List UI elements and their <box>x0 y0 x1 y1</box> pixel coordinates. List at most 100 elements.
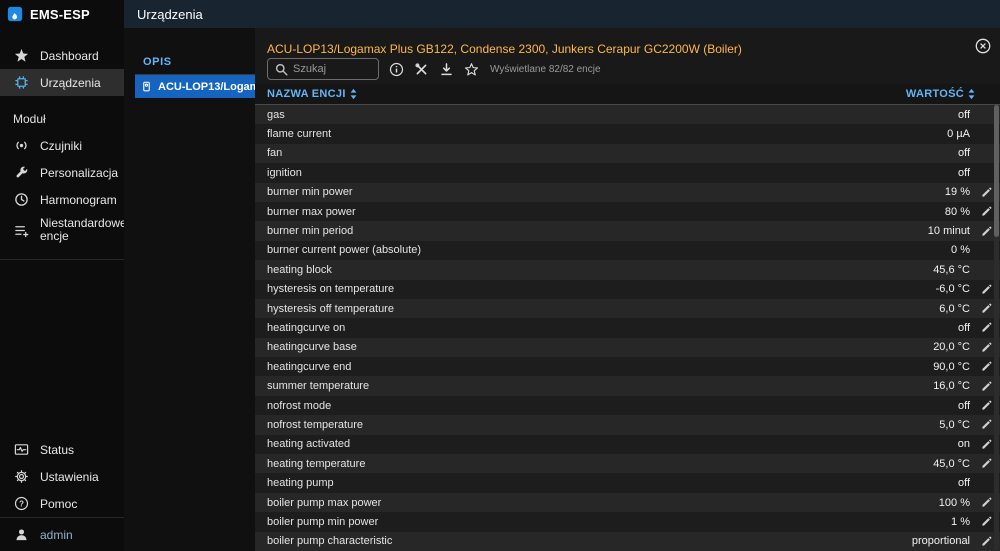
table-row[interactable]: boiler pump max power 100 % <box>255 492 1000 513</box>
entity-value: off <box>957 166 970 179</box>
entity-name: nofrost mode <box>267 399 332 412</box>
entity-value: 90,0 °C <box>933 360 970 373</box>
scrollbar-thumb[interactable] <box>994 105 999 237</box>
entity-value: 19 % <box>944 186 970 199</box>
table-row[interactable]: heatingcurve end 90,0 °C <box>255 357 1000 377</box>
edit-slot-empty <box>972 476 992 490</box>
pencil-edit-icon[interactable] <box>972 437 992 451</box>
pencil-edit-icon[interactable] <box>972 205 992 219</box>
sidebar-item-personalizacja[interactable]: Personalizacja <box>0 159 124 186</box>
search-input[interactable] <box>293 63 371 75</box>
sidebar-item-urzadzenia[interactable]: Urządzenia <box>0 69 124 96</box>
entity-table-header: NAZWA ENCJI WARTOŚĆ <box>255 84 1000 105</box>
clock-icon <box>13 192 29 208</box>
entity-value-group: off <box>958 166 992 180</box>
entity-value-group: 0 µA <box>947 127 992 141</box>
gear-icon <box>13 469 29 485</box>
info-icon[interactable] <box>388 61 404 77</box>
pencil-edit-icon[interactable] <box>972 360 992 374</box>
entity-name: heatingcurve end <box>267 360 352 373</box>
pencil-edit-icon[interactable] <box>972 534 992 548</box>
tools-icon[interactable] <box>413 61 429 77</box>
star-outline-icon[interactable] <box>463 61 479 77</box>
pencil-edit-icon[interactable] <box>972 185 992 199</box>
table-row[interactable]: hysteresis off temperature 6,0 °C <box>255 298 1000 319</box>
sidebar-item-label: Czujniki <box>40 138 83 153</box>
table-row[interactable]: heating temperature 45,0 °C <box>255 454 1000 474</box>
pencil-edit-icon[interactable] <box>972 340 992 354</box>
entity-value: 80 % <box>944 205 970 218</box>
sidebar-item-ustawienia[interactable]: Ustawienia <box>0 463 124 490</box>
table-row[interactable]: burner min power 19 % <box>255 182 1000 202</box>
pencil-edit-icon[interactable] <box>972 379 992 393</box>
table-row[interactable]: heating activated on <box>255 434 1000 455</box>
search-box[interactable] <box>267 58 379 80</box>
sidebar-item-dashboard[interactable]: Dashboard <box>0 42 124 69</box>
entity-value-group: off <box>958 321 992 335</box>
table-row[interactable]: hysteresis on temperature -6,0 °C <box>255 279 1000 299</box>
main-area: Urządzenia OPIS ACU-LOP13/Logamax P ACU-… <box>124 0 1000 551</box>
pencil-edit-icon[interactable] <box>972 224 992 238</box>
pencil-edit-icon[interactable] <box>972 282 992 296</box>
sidebar: EMS-ESP Dashboard Urządzenia Moduł Czujn… <box>0 0 127 551</box>
table-scrollbar <box>994 105 999 550</box>
entity-value-group: 80 % <box>945 205 992 219</box>
pencil-edit-icon[interactable] <box>972 321 992 335</box>
pencil-edit-icon[interactable] <box>972 496 992 510</box>
entity-name: hysteresis off temperature <box>267 302 394 315</box>
entity-value-group: 0 % <box>951 243 992 257</box>
pencil-edit-icon[interactable] <box>972 418 992 432</box>
sidebar-item-label: Dashboard <box>40 48 99 63</box>
entity-value: 0 µA <box>947 128 970 141</box>
download-icon[interactable] <box>438 61 454 77</box>
sidebar-item-harmonogram[interactable]: Harmonogram <box>0 186 124 213</box>
table-row[interactable]: burner max power 80 % <box>255 201 1000 222</box>
entity-name: burner min period <box>267 225 354 238</box>
devices-chip-icon <box>13 75 29 91</box>
entity-name: flame current <box>267 128 332 141</box>
edit-slot-empty <box>972 166 992 180</box>
entity-value-group: on <box>958 437 992 451</box>
sidebar-user-admin[interactable]: admin <box>0 517 124 551</box>
table-row[interactable]: nofrost mode off <box>255 395 1000 416</box>
device-list-item-selected[interactable]: ACU-LOP13/Logamax P <box>135 75 255 98</box>
pencil-edit-icon[interactable] <box>972 457 992 471</box>
entity-value-group: proportional <box>912 534 992 548</box>
table-row[interactable]: boiler pump min power 1 % <box>255 512 1000 532</box>
entity-value-group: 1 % <box>951 515 992 529</box>
table-row[interactable]: heatingcurve base 20,0 °C <box>255 337 1000 358</box>
sidebar-item-status[interactable]: Status <box>0 436 124 463</box>
column-header-name[interactable]: NAZWA ENCJI <box>267 88 358 100</box>
close-circle-icon[interactable] <box>975 38 991 54</box>
column-header-value[interactable]: WARTOŚĆ <box>906 88 976 100</box>
boiler-device-icon <box>140 81 152 93</box>
ems-esp-logo-icon <box>7 6 23 22</box>
entity-value-group: 19 % <box>945 185 992 199</box>
custom-entities-list-icon <box>13 222 29 238</box>
table-row: flame current 0 µA <box>255 124 1000 144</box>
pencil-edit-icon[interactable] <box>972 515 992 529</box>
entity-name: hysteresis on temperature <box>267 283 395 296</box>
entity-name: burner min power <box>267 186 353 199</box>
sidebar-item-czujniki[interactable]: Czujniki <box>0 132 124 159</box>
bottom-nav: Status Ustawienia ? Pomoc <box>0 436 124 517</box>
table-row[interactable]: heatingcurve on off <box>255 318 1000 338</box>
table-row[interactable]: burner min period 10 minut <box>255 221 1000 241</box>
table-row[interactable]: nofrost temperature 5,0 °C <box>255 415 1000 435</box>
sidebar-item-niestandardowe-encje[interactable]: Niestandardowe encje <box>0 213 127 247</box>
entity-name: burner max power <box>267 205 356 218</box>
entity-name: fan <box>267 147 283 160</box>
entity-value-group: 90,0 °C <box>933 360 992 374</box>
ems-esp-app: EMS-ESP Dashboard Urządzenia Moduł Czujn… <box>0 0 1000 551</box>
device-list-header: OPIS <box>135 50 255 75</box>
table-row[interactable]: summer temperature 16,0 °C <box>255 376 1000 396</box>
status-monitor-icon <box>13 442 29 458</box>
entity-value: off <box>957 108 970 121</box>
pencil-edit-icon[interactable] <box>972 302 992 316</box>
pencil-edit-icon[interactable] <box>972 399 992 413</box>
entity-value-group: off <box>958 399 992 413</box>
sidebar-item-pomoc[interactable]: ? Pomoc <box>0 490 124 517</box>
table-row[interactable]: boiler pump characteristic proportional <box>255 531 1000 551</box>
entity-value-group: 6,0 °C <box>939 302 992 316</box>
